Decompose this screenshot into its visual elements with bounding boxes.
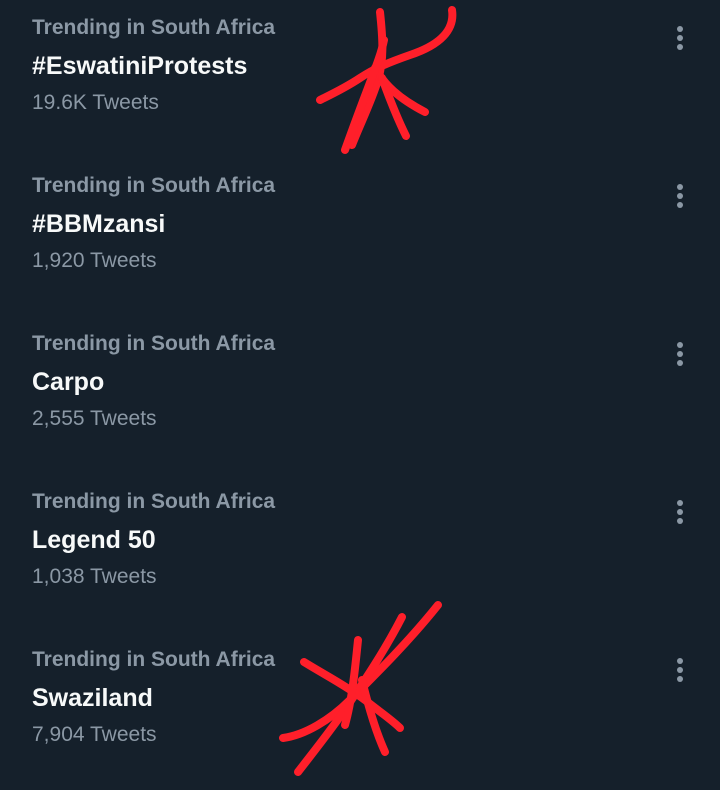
trend-context: Trending in South Africa <box>32 332 276 355</box>
trend-name: Carpo <box>32 368 105 396</box>
more-vertical-icon <box>677 658 683 682</box>
more-options-button[interactable] <box>664 176 696 216</box>
trend-name: Legend 50 <box>32 526 156 554</box>
trend-name: Swaziland <box>32 684 153 712</box>
trend-name: #EswatiniProtests <box>32 52 248 80</box>
more-options-button[interactable] <box>664 18 696 58</box>
more-options-button[interactable] <box>664 492 696 532</box>
trend-item-eswatiniprotests[interactable]: Trending in South Africa #EswatiniProtes… <box>0 0 720 158</box>
trend-name: #BBMzansi <box>32 210 166 238</box>
trend-context: Trending in South Africa <box>32 16 276 39</box>
trend-tweet-count: 1,920 Tweets <box>32 249 157 272</box>
trend-item-carpo[interactable]: Trending in South Africa Carpo 2,555 Twe… <box>0 316 720 474</box>
more-options-button[interactable] <box>664 334 696 374</box>
more-vertical-icon <box>677 184 683 208</box>
trend-tweet-count: 2,555 Tweets <box>32 407 157 430</box>
more-vertical-icon <box>677 342 683 366</box>
more-vertical-icon <box>677 26 683 50</box>
more-vertical-icon <box>677 500 683 524</box>
trend-item-bbmzansi[interactable]: Trending in South Africa #BBMzansi 1,920… <box>0 158 720 316</box>
trend-context: Trending in South Africa <box>32 490 276 513</box>
trend-context: Trending in South Africa <box>32 174 276 197</box>
trend-item-swaziland[interactable]: Trending in South Africa Swaziland 7,904… <box>0 632 720 790</box>
trend-tweet-count: 1,038 Tweets <box>32 565 157 588</box>
trend-context: Trending in South Africa <box>32 648 276 671</box>
trend-tweet-count: 19.6K Tweets <box>32 91 159 114</box>
trend-tweet-count: 7,904 Tweets <box>32 723 157 746</box>
more-options-button[interactable] <box>664 650 696 690</box>
trend-item-legend-50[interactable]: Trending in South Africa Legend 50 1,038… <box>0 474 720 632</box>
trend-list: Trending in South Africa #EswatiniProtes… <box>0 0 720 779</box>
